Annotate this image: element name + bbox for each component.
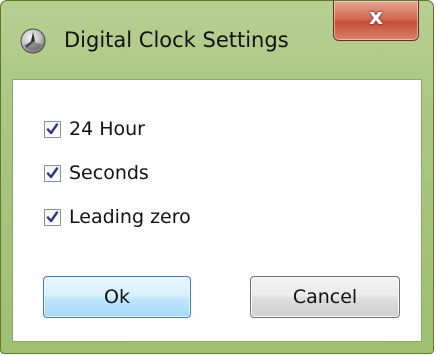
clock-icon[interactable] [20, 28, 46, 54]
checkmark-icon [46, 166, 59, 178]
option-leading-zero[interactable]: Leading zero [44, 204, 191, 230]
option-label: 24 Hour [69, 118, 145, 140]
close-icon: x [368, 5, 384, 30]
window-title: Digital Clock Settings [64, 28, 289, 52]
cancel-button[interactable]: Cancel [250, 276, 400, 318]
dialog-content: 24 Hour Seconds Leading zero Ok Cancel [12, 79, 422, 342]
ok-button[interactable]: Ok [43, 276, 191, 318]
close-button[interactable]: x [333, 1, 419, 41]
checkbox-seconds[interactable] [44, 164, 61, 182]
option-label: Seconds [69, 162, 149, 184]
checkmark-icon [46, 122, 59, 134]
option-24-hour[interactable]: 24 Hour [44, 116, 145, 142]
title-bar[interactable]: Digital Clock Settings x [1, 1, 433, 79]
option-seconds[interactable]: Seconds [44, 160, 149, 186]
option-label: Leading zero [69, 206, 191, 228]
checkbox-leading-zero[interactable] [44, 208, 61, 226]
checkmark-icon [46, 210, 59, 222]
settings-dialog: Digital Clock Settings x 24 Hour Seconds [0, 0, 434, 354]
checkbox-24-hour[interactable] [44, 120, 61, 138]
